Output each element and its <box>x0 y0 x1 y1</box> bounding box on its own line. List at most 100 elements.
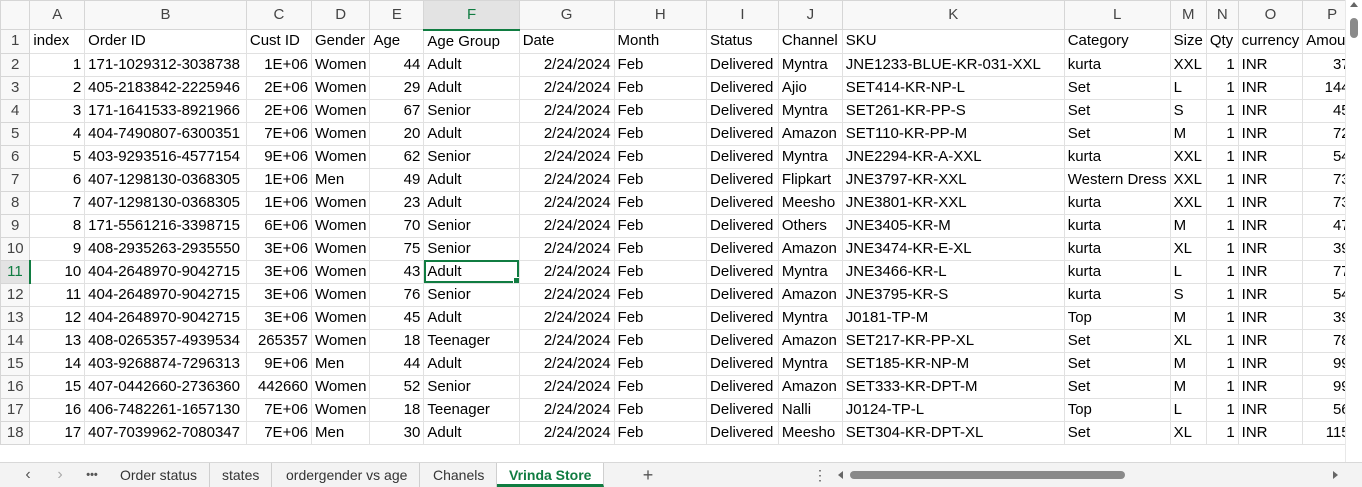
cell-a4[interactable]: 3 <box>29 98 86 123</box>
cell-n11[interactable]: 1 <box>1205 259 1239 284</box>
tab-split-handle-icon[interactable]: ⋮ <box>813 463 827 487</box>
cell-o6[interactable]: INR <box>1237 144 1304 169</box>
cell-e15[interactable]: 44 <box>369 351 425 376</box>
cell-n7[interactable]: 1 <box>1205 167 1239 192</box>
cell-k8[interactable]: JNE3801-KR-XXL <box>841 190 1065 215</box>
column-header-j[interactable]: J <box>777 0 843 30</box>
cell-l15[interactable]: Set <box>1063 351 1171 376</box>
column-header-b[interactable]: B <box>84 0 247 30</box>
row-header[interactable]: 16 <box>0 374 31 399</box>
cell-a5[interactable]: 4 <box>29 121 86 146</box>
cell-o5[interactable]: INR <box>1237 121 1304 146</box>
cell-f2[interactable]: Adult <box>423 52 520 77</box>
cell-e18[interactable]: 30 <box>369 420 425 445</box>
cell-b4[interactable]: 171-1641533-8921966 <box>84 98 247 123</box>
cell-l14[interactable]: Set <box>1063 328 1171 353</box>
cell-a12[interactable]: 11 <box>29 282 86 307</box>
cell-m15[interactable]: M <box>1169 351 1207 376</box>
cell-i5[interactable]: Delivered <box>706 121 779 146</box>
cell-j12[interactable]: Amazon <box>777 282 843 307</box>
cell-a2[interactable]: 1 <box>29 52 86 77</box>
cell-l10[interactable]: kurta <box>1063 236 1171 261</box>
cell-g2[interactable]: 2/24/2024 <box>518 52 615 77</box>
cell-b8[interactable]: 407-1298130-0368305 <box>84 190 247 215</box>
cell-o11[interactable]: INR <box>1237 259 1304 284</box>
cell-e11[interactable]: 43 <box>369 259 425 284</box>
cell-g10[interactable]: 2/24/2024 <box>518 236 615 261</box>
cell-k15[interactable]: SET185-KR-NP-M <box>841 351 1065 376</box>
cell-g8[interactable]: 2/24/2024 <box>518 190 615 215</box>
cell-m12[interactable]: S <box>1169 282 1207 307</box>
row-header[interactable]: 7 <box>0 167 31 192</box>
cell-d7[interactable]: Men <box>311 167 371 192</box>
cell-g3[interactable]: 2/24/2024 <box>518 75 615 100</box>
cell-n1[interactable]: Qty <box>1205 29 1239 54</box>
cell-k14[interactable]: SET217-KR-PP-XL <box>841 328 1065 353</box>
cell-i4[interactable]: Delivered <box>706 98 779 123</box>
cell-k4[interactable]: SET261-KR-PP-S <box>841 98 1065 123</box>
cell-c1[interactable]: Cust ID <box>245 29 313 54</box>
cell-h16[interactable]: Feb <box>613 374 708 399</box>
row-header[interactable]: 18 <box>0 420 31 445</box>
cell-b5[interactable]: 404-7490807-6300351 <box>84 121 247 146</box>
cell-j8[interactable]: Meesho <box>777 190 843 215</box>
row-header[interactable]: 11 <box>0 259 31 284</box>
cell-b10[interactable]: 408-2935263-2935550 <box>84 236 247 261</box>
cell-h7[interactable]: Feb <box>613 167 708 192</box>
cell-m7[interactable]: XXL <box>1169 167 1207 192</box>
cell-d10[interactable]: Women <box>311 236 371 261</box>
cell-n16[interactable]: 1 <box>1205 374 1239 399</box>
column-header-i[interactable]: I <box>706 0 779 30</box>
column-header-k[interactable]: K <box>841 0 1065 30</box>
cell-m1[interactable]: Size <box>1169 29 1207 54</box>
cell-h5[interactable]: Feb <box>613 121 708 146</box>
cell-c8[interactable]: 1E+06 <box>245 190 313 215</box>
cell-b2[interactable]: 171-1029312-3038738 <box>84 52 247 77</box>
row-header[interactable]: 5 <box>0 121 31 146</box>
scroll-left-arrow-icon[interactable] <box>838 471 843 479</box>
cell-i14[interactable]: Delivered <box>706 328 779 353</box>
cell-e2[interactable]: 44 <box>369 52 425 77</box>
cell-i16[interactable]: Delivered <box>706 374 779 399</box>
cell-e6[interactable]: 62 <box>369 144 425 169</box>
cell-o13[interactable]: INR <box>1237 305 1304 330</box>
cell-j16[interactable]: Amazon <box>777 374 843 399</box>
cell-o8[interactable]: INR <box>1237 190 1304 215</box>
cell-g14[interactable]: 2/24/2024 <box>518 328 615 353</box>
row-header[interactable]: 15 <box>0 351 31 376</box>
cell-o17[interactable]: INR <box>1237 397 1304 422</box>
tab-states[interactable]: states <box>210 463 273 487</box>
cell-g1[interactable]: Date <box>518 29 615 54</box>
cell-n17[interactable]: 1 <box>1205 397 1239 422</box>
cell-h2[interactable]: Feb <box>613 52 708 77</box>
cell-d3[interactable]: Women <box>311 75 371 100</box>
cell-i18[interactable]: Delivered <box>706 420 779 445</box>
cell-e14[interactable]: 18 <box>369 328 425 353</box>
cell-i3[interactable]: Delivered <box>706 75 779 100</box>
cell-h17[interactable]: Feb <box>613 397 708 422</box>
cell-a8[interactable]: 7 <box>29 190 86 215</box>
cell-g17[interactable]: 2/24/2024 <box>518 397 615 422</box>
cell-g16[interactable]: 2/24/2024 <box>518 374 615 399</box>
cell-f18[interactable]: Adult <box>423 420 520 445</box>
cell-g4[interactable]: 2/24/2024 <box>518 98 615 123</box>
more-sheets-icon[interactable]: ••• <box>78 463 106 487</box>
cell-m18[interactable]: XL <box>1169 420 1207 445</box>
cell-j7[interactable]: Flipkart <box>777 167 843 192</box>
cell-c7[interactable]: 1E+06 <box>245 167 313 192</box>
cell-g9[interactable]: 2/24/2024 <box>518 213 615 238</box>
cell-o3[interactable]: INR <box>1237 75 1304 100</box>
add-sheet-icon[interactable]: + <box>636 463 660 487</box>
cell-g5[interactable]: 2/24/2024 <box>518 121 615 146</box>
cell-c2[interactable]: 1E+06 <box>245 52 313 77</box>
cell-c14[interactable]: 265357 <box>245 328 313 353</box>
cell-e17[interactable]: 18 <box>369 397 425 422</box>
cell-a6[interactable]: 5 <box>29 144 86 169</box>
cell-l3[interactable]: Set <box>1063 75 1171 100</box>
tab-chanels[interactable]: Chanels <box>421 463 498 487</box>
cell-c16[interactable]: 442660 <box>245 374 313 399</box>
cell-j11[interactable]: Myntra <box>777 259 843 284</box>
cell-m3[interactable]: L <box>1169 75 1207 100</box>
row-header[interactable]: 10 <box>0 236 31 261</box>
cell-n5[interactable]: 1 <box>1205 121 1239 146</box>
